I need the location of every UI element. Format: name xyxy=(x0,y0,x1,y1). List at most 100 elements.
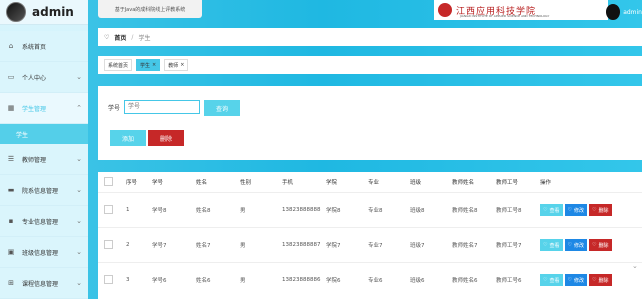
cell-sex: 男 xyxy=(239,262,281,297)
sliders-icon: ☰ xyxy=(7,155,15,163)
tag-teacher[interactable]: 教师 × xyxy=(164,59,189,71)
cell-teacher-id: 教师工号6 xyxy=(495,262,539,297)
cell-class: 班级7 xyxy=(409,227,451,263)
breadcrumb-current: 学生 xyxy=(138,34,151,42)
username: admin xyxy=(623,8,642,16)
table-row: 1 学号8 姓名8 男 13823888888 学院8 专业8 班级8 教师姓名… xyxy=(98,192,642,228)
query-button[interactable]: 查询 xyxy=(204,100,240,116)
sidebar: admin ⌂ 系统首页 ▭ 个人中心 ⌄ ▦ 学生管理 ⌃ 学生 ☰ 教师管理… xyxy=(0,0,88,299)
cell-teacher-id: 教师工号7 xyxy=(495,227,539,263)
cell-major: 专业6 xyxy=(367,262,409,297)
table-row: 3 学号6 姓名6 男 13823888886 学院6 专业6 班级6 教师姓名… xyxy=(98,262,642,297)
cell-teacher-name: 教师姓名8 xyxy=(451,192,495,228)
heart-icon: ♡ xyxy=(567,242,572,248)
view-label: 查看 xyxy=(549,242,560,249)
delete-button[interactable]: 删除 xyxy=(148,130,184,146)
sidebar-item-label: 院系信息管理 xyxy=(22,187,59,195)
tag-home[interactable]: 系统首页 xyxy=(104,59,133,71)
breadcrumb: ♡ 首页 / 学生 xyxy=(98,28,642,46)
user-card-icon: ▭ xyxy=(7,73,15,81)
sidebar-item-students[interactable]: ▦ 学生管理 ⌃ xyxy=(0,93,88,124)
sidebar-item-departments[interactable]: ▬ 院系信息管理 ⌄ xyxy=(0,175,88,206)
select-all-checkbox[interactable] xyxy=(104,176,113,186)
cell-class: 班级6 xyxy=(409,262,451,297)
message-icon: ▬ xyxy=(7,186,15,194)
sidebar-item-courses[interactable]: ⊞ 课程信息管理 ⌄ xyxy=(0,268,88,299)
avatar xyxy=(606,4,621,20)
cell-name: 姓名7 xyxy=(195,227,239,263)
delete-row-button[interactable]: ♡ 删除 xyxy=(589,239,612,251)
sidebar-item-teachers[interactable]: ☰ 教师管理 ⌄ xyxy=(0,144,88,175)
row-checkbox[interactable] xyxy=(104,204,113,214)
cell-teacher-name: 教师姓名6 xyxy=(451,262,495,297)
cell-phone: 13823888887 xyxy=(281,227,325,263)
sidebar-item-profile[interactable]: ▭ 个人中心 ⌄ xyxy=(0,62,88,93)
cell-name: 姓名6 xyxy=(195,262,239,297)
delete-label: 删除 xyxy=(598,242,609,249)
edit-label: 修改 xyxy=(573,242,584,249)
search-input[interactable] xyxy=(124,100,201,114)
heart-icon: ♡ xyxy=(567,207,572,213)
system-title: 基于Java的成科院线上评教系统 xyxy=(98,0,202,18)
row-checkbox[interactable] xyxy=(104,274,113,284)
cell-college: 学院8 xyxy=(325,192,367,228)
sidebar-item-home[interactable]: ⌂ 系统首页 xyxy=(0,31,88,62)
col-header: 教师姓名 xyxy=(452,180,475,186)
sidebar-item-label: 专业信息管理 xyxy=(22,218,59,226)
apps-icon: ⊞ xyxy=(8,279,14,287)
search-field: 学号 xyxy=(108,100,201,114)
chevron-up-icon: ⌃ xyxy=(76,104,82,112)
submenu-item-student[interactable]: 学生 xyxy=(0,124,88,144)
chevron-down-icon: ⌄ xyxy=(76,248,82,256)
table-header-row: 序号 学号 姓名 性别 手机 学院 专业 班级 教师姓名 教师工号 操作 xyxy=(98,172,642,193)
heart-icon: ♡ xyxy=(543,207,548,213)
view-label: 查看 xyxy=(549,277,560,284)
edit-button[interactable]: ♡ 修改 xyxy=(564,274,587,286)
cell-student-id: 学号8 xyxy=(151,192,195,228)
breadcrumb-home[interactable]: 首页 xyxy=(114,33,126,42)
view-button[interactable]: ♡ 查看 xyxy=(540,274,563,286)
sidebar-item-classes[interactable]: ▣ 班级信息管理 ⌄ xyxy=(0,237,88,268)
sidebar-item-label: 学生管理 xyxy=(22,105,47,113)
row-actions: ♡ 查看 ♡ 修改 ♡ 删除 xyxy=(540,239,641,251)
sidebar-item-label: 教师管理 xyxy=(22,156,47,164)
tag-label: 系统首页 xyxy=(108,62,129,69)
cell-college: 学院6 xyxy=(325,262,367,297)
cell-major: 专业7 xyxy=(367,227,409,263)
heart-icon: ♡ xyxy=(592,242,597,248)
close-icon[interactable]: × xyxy=(152,62,156,68)
delete-label: 删除 xyxy=(598,277,609,284)
school-logo: 江西应用科技学院 JIANGXI INSTITUTE OF APPLIED SC… xyxy=(434,0,608,20)
user-menu[interactable]: admin xyxy=(606,0,642,24)
add-button[interactable]: 添加 xyxy=(110,130,146,146)
col-header: 学院 xyxy=(326,180,338,186)
tag-student[interactable]: 学生 × xyxy=(136,59,161,71)
sidebar-item-majors[interactable]: ▪ 专业信息管理 ⌄ xyxy=(0,206,88,237)
delete-row-button[interactable]: ♡ 删除 xyxy=(589,204,612,216)
sidebar-item-label: 系统首页 xyxy=(22,43,47,51)
heart-icon: ♡ xyxy=(543,242,548,248)
top-header: 基于Java的成科院线上评教系统 江西应用科技学院 JIANGXI INSTIT… xyxy=(88,0,642,24)
heart-icon: ♡ xyxy=(104,33,110,41)
tag-label: 学生 xyxy=(140,62,151,69)
cell-student-id: 学号7 xyxy=(151,227,195,263)
view-button[interactable]: ♡ 查看 xyxy=(540,204,563,216)
chevron-down-icon[interactable]: ⌄ xyxy=(632,262,642,272)
close-icon[interactable]: × xyxy=(180,62,184,68)
view-button[interactable]: ♡ 查看 xyxy=(540,239,563,251)
cell-sex: 男 xyxy=(239,227,281,263)
col-header: 专业 xyxy=(368,180,380,186)
briefcase-icon: ▪ xyxy=(8,217,14,225)
delete-row-button[interactable]: ♡ 删除 xyxy=(589,274,612,286)
cell-student-id: 学号6 xyxy=(151,262,195,297)
table-row: 2 学号7 姓名7 男 13823888887 学院7 专业7 班级7 教师姓名… xyxy=(98,227,642,263)
edit-button[interactable]: ♡ 修改 xyxy=(564,239,587,251)
edit-button[interactable]: ♡ 修改 xyxy=(564,204,587,216)
chevron-down-icon: ⌄ xyxy=(76,155,82,163)
row-checkbox[interactable] xyxy=(104,239,113,249)
grid-icon: ▦ xyxy=(7,104,15,112)
cell-teacher-name: 教师姓名7 xyxy=(451,227,495,263)
submenu-label: 学生 xyxy=(16,131,29,139)
cell-sex: 男 xyxy=(239,192,281,228)
edit-label: 修改 xyxy=(573,277,584,284)
